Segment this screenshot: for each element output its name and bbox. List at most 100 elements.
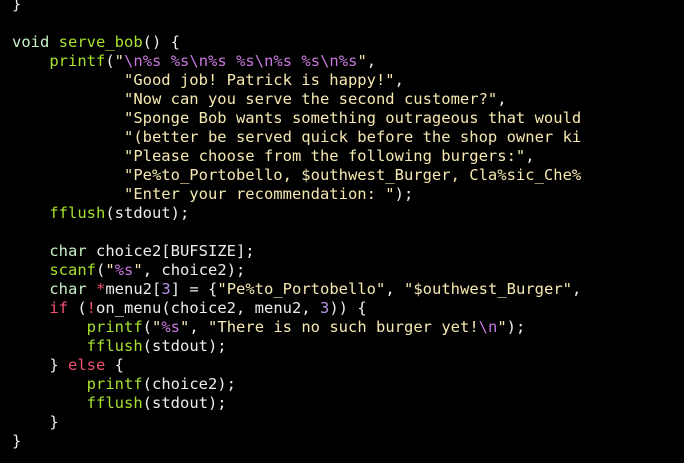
code-token: %s [338,52,358,70]
code-token: ( [68,299,87,317]
code-line[interactable]: void serve_bob() { [12,33,180,52]
code-token: choice2[BUFSIZE]; [86,242,255,260]
code-token: " [357,52,367,70]
code-token: %s [208,52,227,70]
code-token: , [394,71,404,89]
code-token: printf [86,375,143,393]
code-editor[interactable]: } void serve_bob() { printf("\n%s %s\n%s … [0,0,684,463]
code-line[interactable]: char *menu2[3] = {"Pe%to_Portobello", "$… [12,280,581,299]
code-line[interactable]: printf("%s", "There is no such burger ye… [12,318,526,337]
code-token: (stdout); [142,337,227,355]
code-line[interactable]: char choice2[BUFSIZE]; [12,242,255,261]
code-token: (choice2); [142,375,236,393]
code-token: \n [124,52,143,70]
code-token: , [385,280,405,298]
code-token: printf [86,318,143,336]
code-token: "Sponge Bob wants something outrageous t… [123,109,582,127]
code-token: "There is no such burger yet! [208,318,479,336]
code-token: on_menu(choice2, menu2, [96,299,320,317]
code-token: ); [394,185,414,203]
code-line[interactable]: "Enter your recommendation: "); [12,185,413,204]
code-token: (stdout); [105,204,190,222]
code-token: (stdout); [142,394,227,412]
code-token: , [189,318,209,336]
code-line[interactable]: "Please choose from the following burger… [12,147,535,166]
code-token: , [525,147,535,165]
code-token: scanf [49,261,96,279]
code-line[interactable]: } [12,413,59,432]
code-token: "Good job! Patrick is happy!" [123,71,395,89]
code-token: menu2[ [105,280,162,298]
code-token: \n [254,52,274,70]
code-line[interactable]: } else { [12,356,124,375]
code-line[interactable]: "Sponge Bob wants something outrageous t… [12,109,581,128]
code-line[interactable]: fflush(stdout); [12,394,227,413]
code-line[interactable]: "Now can you serve the second customer?"… [12,90,507,109]
code-token: , choice2); [142,261,246,279]
code-line[interactable]: "Good job! Patrick is happy!", [12,71,404,90]
code-token: " [152,318,162,336]
code-line[interactable]: } [12,0,21,14]
code-token: ! [86,299,97,317]
code-token: "$outhwest_Burger" [404,280,572,298]
code-token: } [12,413,59,431]
code-line[interactable]: "Pe%to_Portobello, $outhwest_Burger, Cla… [12,166,581,185]
code-line[interactable]: scanf("%s", choice2); [12,261,245,280]
code-token: * [96,280,106,298]
code-token: ( [105,52,115,70]
code-token: "Now can you serve the second customer?" [123,90,498,108]
code-token: if [49,299,68,317]
code-line[interactable]: printf(choice2); [12,375,236,394]
code-line[interactable]: printf("\n%s %s\n%s %s\n%s %s\n%s", [12,52,376,71]
code-token: fflush [86,337,143,355]
code-token: } [12,356,68,374]
code-token: )) { [329,299,367,317]
code-token: %s [114,261,134,279]
code-line[interactable]: if (!on_menu(choice2, menu2, 3)) { [12,299,367,318]
code-token: , [366,52,377,70]
code-token: "Pe%to_Portobello" [217,280,386,298]
code-token: } [12,432,22,450]
code-token: \n [189,52,209,70]
code-token: %s [273,52,293,70]
code-token: "Enter your recommendation: " [123,185,395,203]
code-line[interactable]: } [12,432,21,451]
code-line[interactable]: fflush(stdout); [12,204,189,223]
code-token: char [49,280,87,298]
code-token: ] = { [170,280,218,298]
code-token: " [180,318,190,336]
code-token: printf [49,52,106,70]
code-token: , [497,90,507,108]
code-token: %s [236,52,255,70]
code-token: fflush [86,394,143,412]
code-line[interactable]: "(better be served quick before the shop… [12,128,581,147]
code-token: fflush [49,204,106,222]
code-token: ( [96,261,106,279]
code-token: () { [142,33,180,51]
code-token: ); [506,318,526,336]
code-token: %s [142,52,162,70]
code-token: " [497,318,507,336]
code-token: void [12,33,50,51]
code-token: \n [478,318,498,336]
code-token: serve_bob [58,33,143,51]
code-line[interactable]: fflush(stdout); [12,337,227,356]
code-token: char [49,242,87,260]
